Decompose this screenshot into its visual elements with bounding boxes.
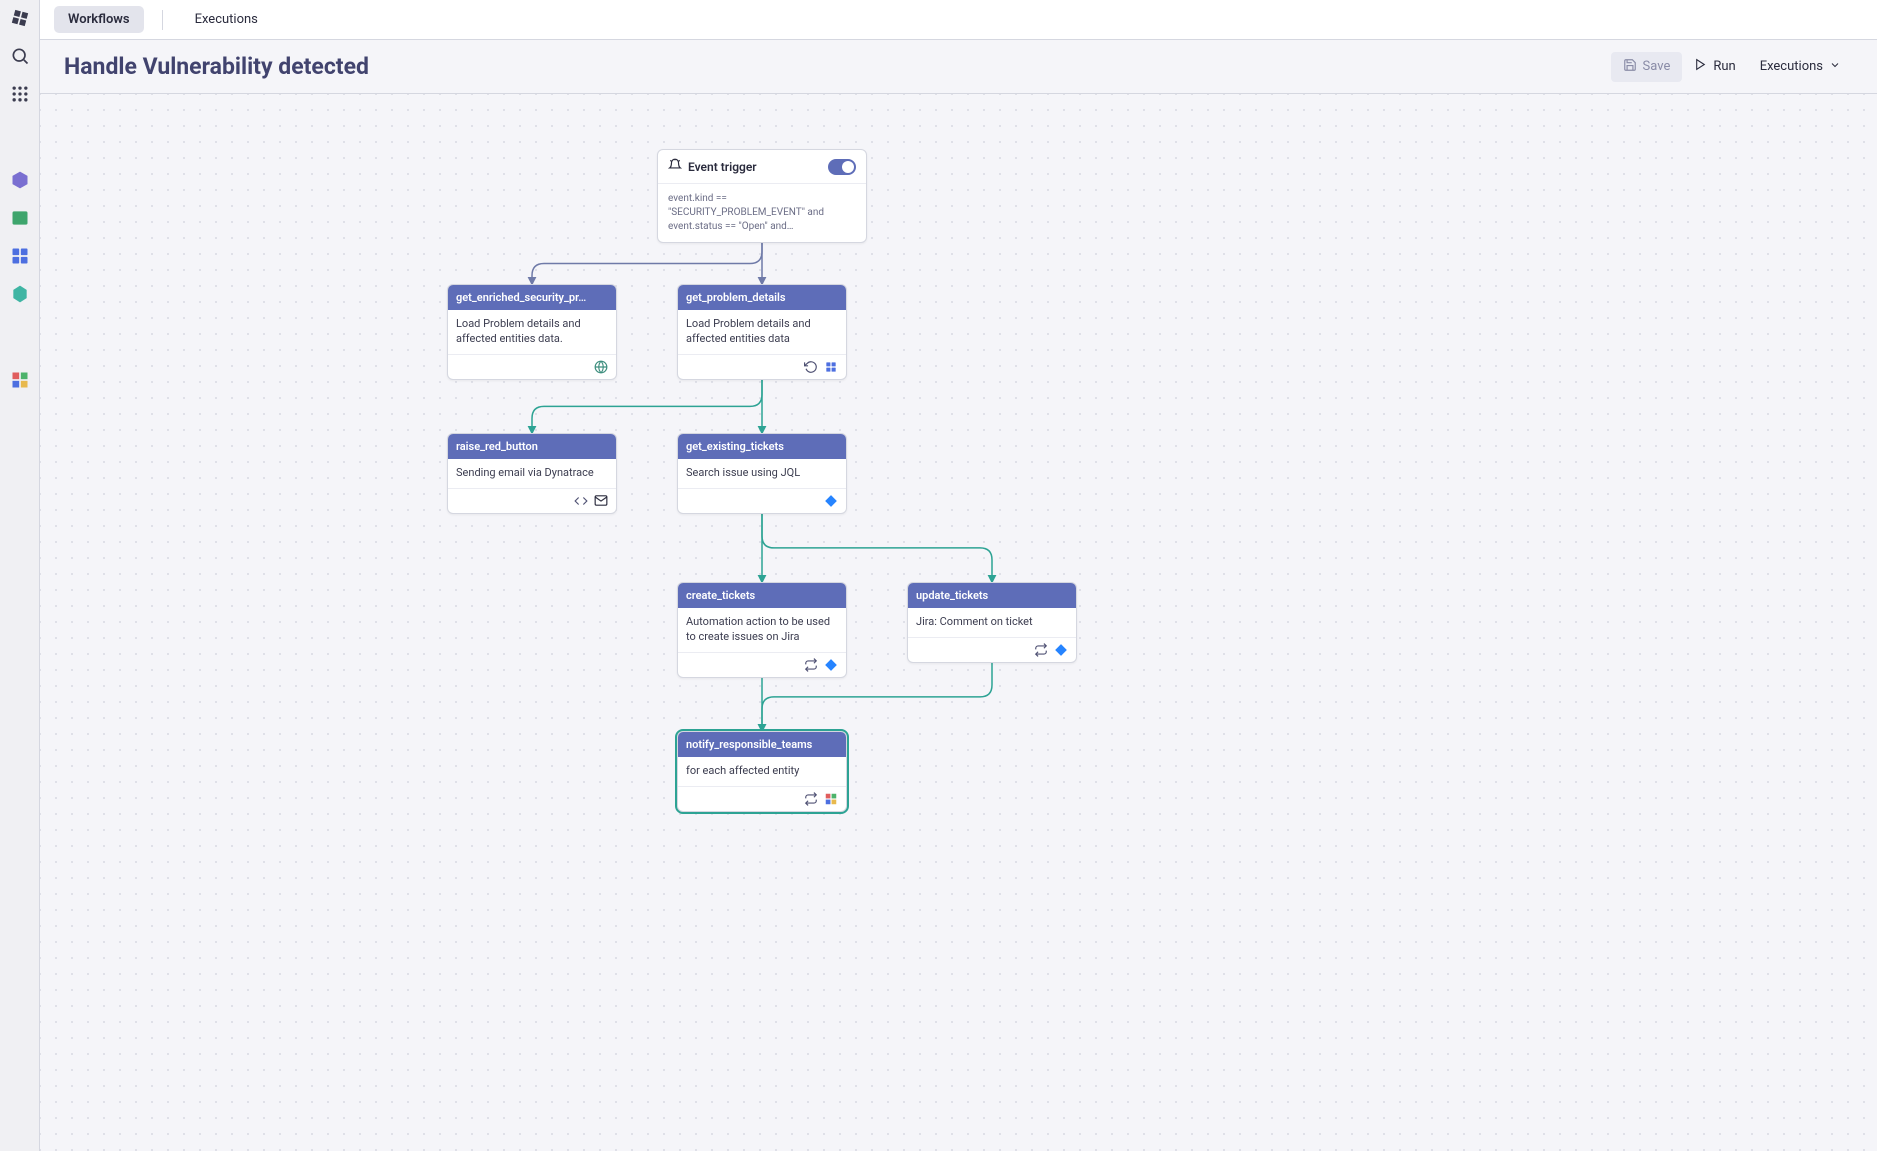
save-button: Save: [1611, 52, 1683, 82]
globe-icon: [594, 360, 608, 374]
page-title: Handle Vulnerability detected: [64, 53, 1611, 80]
run-label: Run: [1713, 59, 1735, 74]
logo-icon[interactable]: [10, 8, 30, 28]
node-desc: Search issue using JQL: [678, 459, 846, 489]
trigger-body: event.kind == "SECURITY_PROBLEM_EVENT" a…: [658, 184, 866, 242]
multicolor-icon: [824, 792, 838, 806]
node-desc: Automation action to be used to create i…: [678, 608, 846, 653]
trigger-node[interactable]: Event trigger event.kind == "SECURITY_PR…: [657, 149, 867, 243]
node-title: create_tickets: [678, 583, 846, 608]
node-desc: Load Problem details and affected entiti…: [448, 310, 616, 355]
node-desc: for each affected entity: [678, 757, 846, 787]
loop-icon: [804, 658, 818, 672]
hexagon-icon[interactable]: [10, 284, 30, 304]
node-footer: [678, 355, 846, 379]
save-icon: [1623, 58, 1637, 76]
canvas-wrap: Event trigger event.kind == "SECURITY_PR…: [40, 94, 1877, 1151]
cube-icon[interactable]: [10, 170, 30, 190]
grid-icon[interactable]: [10, 246, 30, 266]
trigger-title: Event trigger: [688, 160, 757, 174]
tab-workflows[interactable]: Workflows: [54, 6, 144, 33]
top-tabs: Workflows Executions: [40, 0, 1877, 40]
node-footer: [678, 489, 846, 513]
executions-dropdown[interactable]: Executions: [1748, 53, 1853, 81]
loop-icon: [1034, 643, 1048, 657]
code-icon: [574, 494, 588, 508]
node-n7[interactable]: notify_responsible_teams for each affect…: [677, 731, 847, 812]
node-title: notify_responsible_teams: [678, 732, 846, 757]
node-title: get_problem_details: [678, 285, 846, 310]
page-header: Handle Vulnerability detected Save Run E…: [40, 40, 1877, 94]
jira-icon: [824, 494, 838, 508]
node-title: get_enriched_security_pr…: [448, 285, 616, 310]
save-label: Save: [1643, 59, 1671, 74]
node-footer: [908, 638, 1076, 662]
node-n1[interactable]: get_enriched_security_pr… Load Problem d…: [447, 284, 617, 380]
jira-icon: [1054, 643, 1068, 657]
node-n5[interactable]: create_tickets Automation action to be u…: [677, 582, 847, 678]
node-n2[interactable]: get_problem_details Load Problem details…: [677, 284, 847, 380]
bell-icon: [668, 158, 682, 175]
trigger-toggle[interactable]: [828, 159, 856, 175]
node-title: raise_red_button: [448, 434, 616, 459]
apps-icon[interactable]: [10, 84, 30, 104]
node-title: get_existing_tickets: [678, 434, 846, 459]
mail-icon: [594, 494, 608, 508]
node-footer: [678, 653, 846, 677]
node-desc: Jira: Comment on ticket: [908, 608, 1076, 638]
chevron-down-icon: [1829, 59, 1841, 75]
node-n6[interactable]: update_tickets Jira: Comment on ticket: [907, 582, 1077, 663]
grid-icon: [824, 360, 838, 374]
node-footer: [448, 489, 616, 513]
node-title: update_tickets: [908, 583, 1076, 608]
executions-label: Executions: [1760, 59, 1823, 74]
retry-icon: [804, 360, 818, 374]
jira-icon: [824, 658, 838, 672]
node-n4[interactable]: get_existing_tickets Search issue using …: [677, 433, 847, 514]
node-n3[interactable]: raise_red_button Sending email via Dynat…: [447, 433, 617, 514]
main-area: Workflows Executions Handle Vulnerability…: [40, 0, 1877, 1151]
loop-icon: [804, 792, 818, 806]
node-desc: Load Problem details and affected entiti…: [678, 310, 846, 355]
search-icon[interactable]: [10, 46, 30, 66]
node-footer: [678, 787, 846, 811]
left-dock: [0, 0, 40, 1151]
workflow-canvas[interactable]: Event trigger event.kind == "SECURITY_PR…: [40, 94, 1877, 1151]
multicolor-icon[interactable]: [10, 370, 30, 390]
table-icon[interactable]: [10, 208, 30, 228]
node-footer: [448, 355, 616, 379]
run-button[interactable]: Run: [1682, 52, 1747, 81]
node-desc: Sending email via Dynatrace: [448, 459, 616, 489]
tab-executions[interactable]: Executions: [181, 6, 272, 33]
play-icon: [1694, 58, 1707, 75]
